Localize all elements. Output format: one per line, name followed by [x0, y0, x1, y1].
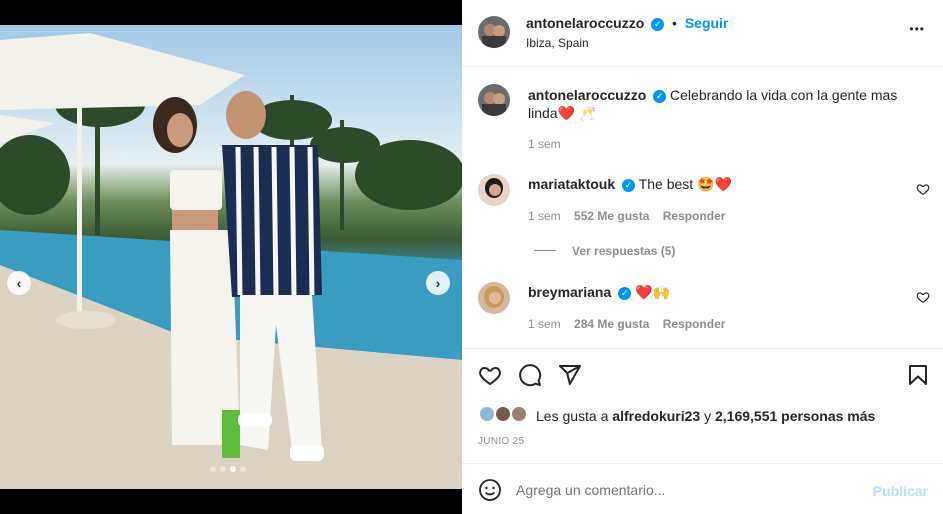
comment-like-icon[interactable]	[916, 182, 930, 196]
comment-time[interactable]: 1 sem	[528, 209, 561, 223]
author-username[interactable]: antonelaroccuzzo	[526, 15, 644, 31]
heart-icon[interactable]	[478, 363, 502, 387]
likes-joiner: y	[704, 408, 712, 424]
carousel-indicator	[210, 466, 246, 472]
carousel-dot	[210, 466, 216, 472]
verified-badge-icon: ✓	[622, 178, 636, 192]
comment-meta: 1 sem 552 Me gusta Responder	[528, 209, 725, 223]
verified-badge-icon: ✓	[618, 286, 632, 300]
bookmark-icon[interactable]	[906, 363, 930, 387]
avatar-image	[482, 24, 506, 48]
author-avatar[interactable]	[478, 16, 510, 48]
location-link[interactable]: Ibiza, Spain	[526, 36, 589, 50]
likes-prefix: Les gusta a	[536, 408, 609, 424]
paper-plane-icon[interactable]	[558, 363, 582, 387]
reply-button[interactable]: Responder	[663, 209, 726, 223]
liker-avatar	[510, 405, 528, 423]
post-media: ‹ ›	[0, 0, 462, 514]
avatar-image	[485, 178, 503, 198]
comment-icon[interactable]	[518, 363, 542, 387]
caption-username[interactable]: antonelaroccuzzo	[528, 87, 646, 103]
liked-by-user[interactable]: alfredokuri23	[612, 408, 700, 424]
post-side-panel: antonelaroccuzzo ✓ • Seguir Ibiza, Spain…	[462, 0, 943, 514]
carousel-dot-active	[230, 466, 236, 472]
likes-summary: Les gusta a alfredokuri23 y 2,169,551 pe…	[536, 408, 875, 424]
more-options-icon[interactable]: •••	[909, 22, 925, 36]
emoji-icon[interactable]	[478, 478, 502, 502]
caption: antonelaroccuzzo ✓ Celebrando la vida co…	[528, 86, 908, 122]
comment-body: mariataktouk ✓ The best 🤩❤️	[528, 176, 732, 193]
follow-button[interactable]: Seguir	[685, 15, 729, 31]
comment-avatar[interactable]	[478, 282, 510, 314]
comment-avatar[interactable]	[478, 174, 510, 206]
view-replies-button[interactable]: Ver respuestas (5)	[572, 244, 675, 258]
photo-illustration	[0, 33, 462, 489]
comment-body: breymariana ✓ ❤️🙌	[528, 284, 670, 301]
verified-badge-icon: ✓	[651, 17, 665, 31]
actions-divider	[462, 348, 943, 349]
carousel-prev-button[interactable]: ‹	[7, 271, 31, 295]
carousel-dot	[220, 466, 226, 472]
comment-meta: 1 sem 284 Me gusta Responder	[528, 317, 725, 331]
comment-time[interactable]: 1 sem	[528, 317, 561, 331]
carousel-next-button[interactable]: ›	[426, 271, 450, 295]
post-photo[interactable]: ‹ ›	[0, 25, 462, 489]
caption-time[interactable]: 1 sem	[528, 137, 561, 151]
separator-dot: •	[672, 15, 677, 31]
caption-avatar[interactable]	[478, 84, 510, 116]
comment-likes[interactable]: 552 Me gusta	[574, 209, 649, 223]
comment-username[interactable]: mariataktouk	[528, 176, 615, 192]
post-date[interactable]: JUNIO 25	[478, 436, 524, 447]
reply-button[interactable]: Responder	[663, 317, 726, 331]
comment-text: ❤️🙌	[635, 284, 670, 300]
comment-text: The best 🤩❤️	[638, 176, 732, 192]
publish-button[interactable]: Publicar	[873, 483, 928, 499]
avatar-image	[482, 92, 506, 116]
carousel-dot	[240, 466, 246, 472]
composer-divider	[462, 463, 943, 464]
post-header: antonelaroccuzzo ✓ • Seguir Ibiza, Spain…	[462, 0, 943, 67]
avatar-image	[484, 286, 504, 308]
comment-username[interactable]: breymariana	[528, 284, 611, 300]
replies-line	[534, 250, 556, 251]
comment-input[interactable]	[516, 478, 856, 502]
comment-like-icon[interactable]	[916, 290, 930, 304]
likes-count[interactable]: 2,169,551 personas más	[715, 408, 875, 424]
comment-likes[interactable]: 284 Me gusta	[574, 317, 649, 331]
verified-badge-icon: ✓	[653, 89, 667, 103]
